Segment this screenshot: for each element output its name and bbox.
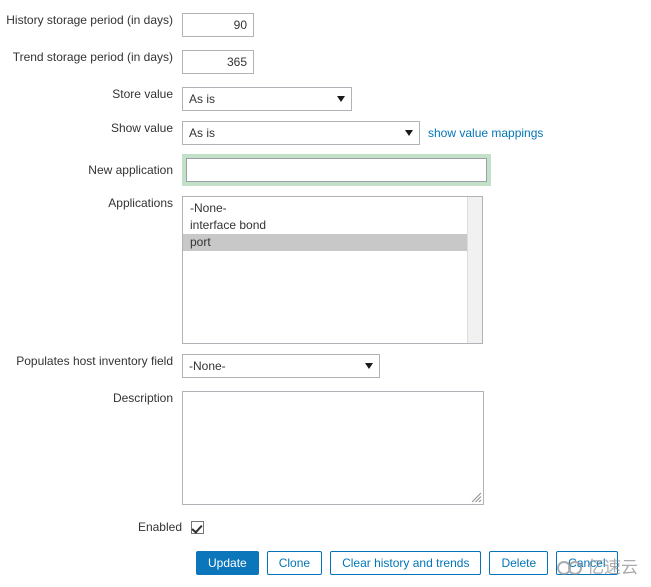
applications-scrollbar[interactable]: [467, 197, 482, 343]
enabled-label: Enabled: [137, 520, 182, 534]
show-value-select[interactable]: As is: [182, 121, 420, 145]
show-value-label: Show value: [110, 121, 173, 135]
store-value-select[interactable]: As is: [182, 87, 352, 111]
field-row-store-value: Store value As is: [0, 87, 352, 111]
field-row-history-storage: History storage period (in days): [0, 13, 254, 37]
show-value-selected-text: As is: [182, 121, 420, 145]
list-item[interactable]: interface bond: [183, 217, 467, 234]
description-textarea[interactable]: [182, 391, 484, 505]
description-textarea-wrapper: [182, 391, 484, 505]
form-button-bar: Update Clone Clear history and trends De…: [196, 551, 618, 575]
delete-button[interactable]: Delete: [489, 551, 549, 575]
applications-listbox[interactable]: -None- interface bond port: [182, 196, 483, 344]
enabled-checkbox[interactable]: [191, 521, 204, 534]
field-row-enabled: Enabled: [0, 520, 204, 534]
trend-storage-label: Trend storage period (in days): [12, 50, 173, 64]
store-value-selected-text: As is: [182, 87, 352, 111]
field-row-show-value: Show value As is show value mappings: [0, 121, 543, 145]
new-application-input-wrapper: [186, 158, 487, 182]
cancel-button[interactable]: Cancel: [556, 551, 618, 575]
item-configuration-form: History storage period (in days) Trend s…: [0, 0, 651, 587]
host-inventory-selected-text: -None-: [182, 354, 380, 378]
applications-label: Applications: [108, 196, 173, 210]
show-value-mappings-link[interactable]: show value mappings: [428, 121, 543, 145]
list-item[interactable]: port: [183, 234, 467, 251]
host-inventory-label: Populates host inventory field: [16, 354, 173, 368]
trend-storage-input[interactable]: [182, 50, 254, 74]
new-application-focus-ring: [182, 154, 491, 186]
history-storage-input[interactable]: [182, 13, 254, 37]
new-application-label: New application: [88, 163, 173, 177]
store-value-label: Store value: [112, 87, 173, 101]
field-row-applications: Applications -None- interface bond port: [0, 196, 483, 344]
history-storage-label: History storage period (in days): [6, 13, 173, 27]
update-button[interactable]: Update: [196, 551, 259, 575]
host-inventory-select[interactable]: -None-: [182, 354, 380, 378]
clear-history-and-trends-button[interactable]: Clear history and trends: [330, 551, 482, 575]
list-item[interactable]: -None-: [183, 200, 467, 217]
field-row-host-inventory: Populates host inventory field -None-: [0, 354, 380, 378]
applications-scrollbar-thumb[interactable]: [470, 198, 481, 343]
field-row-new-application: New application: [0, 154, 491, 186]
new-application-input[interactable]: [187, 159, 486, 181]
clone-button[interactable]: Clone: [266, 551, 323, 575]
field-row-description: Description: [0, 391, 484, 505]
applications-option-list: -None- interface bond port: [183, 197, 467, 343]
field-row-trend-storage: Trend storage period (in days): [0, 50, 254, 74]
description-label: Description: [112, 391, 173, 405]
